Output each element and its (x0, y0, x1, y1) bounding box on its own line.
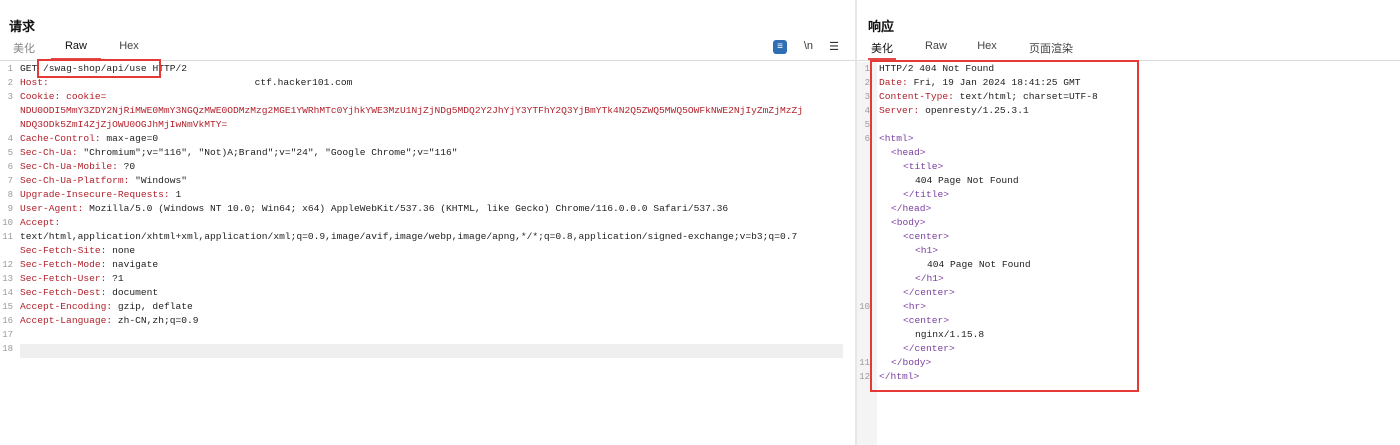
line-number: 4 (864, 106, 870, 116)
header-user-agent: User-Agent: Mozilla/5.0 (Windows NT 10.0… (20, 203, 729, 214)
line-number: 8 (7, 190, 13, 200)
cookie-value-line: NDQ3ODk5ZmI4ZjZjOWU0OGJhMjIwNmVkMTY= (20, 119, 228, 130)
line-number: 12 (2, 260, 13, 270)
header-sec-fetch-user: Sec-Fetch-User: ?1 (20, 273, 124, 284)
header-host: Host: ctf.hacker101.com (20, 77, 353, 88)
request-tab-pretty[interactable]: 美化 (10, 40, 38, 58)
line-number: 18 (2, 344, 13, 354)
request-editor[interactable]: 1 2 3 4 5 6 7 8 9 10 11 12 13 14 15 16 1… (0, 62, 855, 445)
line-number: 16 (2, 316, 13, 326)
line-number: 7 (7, 176, 13, 186)
header-sec-fetch-site: Sec-Fetch-Site: none (20, 245, 136, 256)
response-tab-raw[interactable]: Raw (921, 40, 951, 58)
line-number: 10 (2, 218, 13, 228)
header-cookie: Cookie: cookie= (20, 91, 107, 102)
request-gutter: 1 2 3 4 5 6 7 8 9 10 11 12 13 14 15 16 1… (0, 62, 16, 445)
line-number: 10 (859, 302, 870, 312)
header-sec-ch-ua-mobile: Sec-Ch-Ua-Mobile: ?0 (20, 161, 136, 172)
line-number: 6 (864, 134, 870, 144)
line-number: 2 (7, 78, 13, 88)
line-number: 12 (859, 372, 870, 382)
line-number: 6 (7, 162, 13, 172)
newline-toggle[interactable]: \n (804, 40, 813, 52)
line-number: 1 (864, 64, 870, 74)
line-number: 9 (7, 204, 13, 214)
response-tab-pretty[interactable]: 美化 (868, 40, 896, 60)
header-sec-ch-ua: Sec-Ch-Ua: "Chromium";v="116", "Not)A;Br… (20, 147, 458, 158)
line-number: 4 (7, 134, 13, 144)
line-number: 1 (7, 64, 13, 74)
line-number: 15 (2, 302, 13, 312)
line-number: 14 (2, 288, 13, 298)
response-title: 响应 (868, 19, 895, 34)
request-tab-hex[interactable]: Hex (112, 40, 146, 58)
cookie-value-line: NDU0ODI5MmY3ZDY2NjRiMWE0MmY3NGQzMWE0ODMz… (20, 105, 803, 116)
line-number: 2 (864, 78, 870, 88)
current-line-highlight (20, 344, 843, 358)
line-number: 11 (2, 232, 13, 242)
line-number: 13 (2, 274, 13, 284)
request-pane: 请求 美化 Raw Hex ≡ \n ☰ 1 2 3 4 5 6 7 8 9 1… (0, 0, 855, 445)
header-accept: Accept: (20, 217, 61, 228)
line-number: 11 (859, 358, 870, 368)
request-title: 请求 (9, 19, 36, 34)
wrap-text-icon[interactable]: ≡ (773, 40, 787, 54)
hamburger-icon[interactable]: ☰ (829, 40, 839, 53)
header-cache-control: Cache-Control: max-age=0 (20, 133, 159, 144)
header-accept-encoding: Accept-Encoding: gzip, deflate (20, 301, 193, 312)
header-sec-ch-ua-platform: Sec-Ch-Ua-Platform: "Windows" (20, 175, 187, 186)
path-highlight-box (37, 59, 161, 78)
accept-value-line: text/html,application/xhtml+xml,applicat… (20, 231, 798, 242)
response-highlight-box (870, 60, 1139, 392)
request-tab-raw[interactable]: Raw (51, 40, 101, 60)
response-tab-render[interactable]: 页面渲染 (1026, 40, 1076, 58)
header-sec-fetch-dest: Sec-Fetch-Dest: document (20, 287, 159, 298)
line-number: 5 (864, 120, 870, 130)
line-number: 5 (7, 148, 13, 158)
response-tab-hex[interactable]: Hex (972, 40, 1002, 58)
line-number: 17 (2, 330, 13, 340)
header-sec-fetch-mode: Sec-Fetch-Mode: navigate (20, 259, 159, 270)
response-pane: 响应 美化 Raw Hex 页面渲染 1 2 3 4 5 6 10 11 12 … (857, 0, 1400, 445)
header-accept-language: Accept-Language: zh-CN,zh;q=0.9 (20, 315, 199, 326)
line-number: 3 (7, 92, 13, 102)
line-number: 3 (864, 92, 870, 102)
http-method: GET (20, 63, 38, 74)
header-upgrade-insecure: Upgrade-Insecure-Requests: 1 (20, 189, 182, 200)
